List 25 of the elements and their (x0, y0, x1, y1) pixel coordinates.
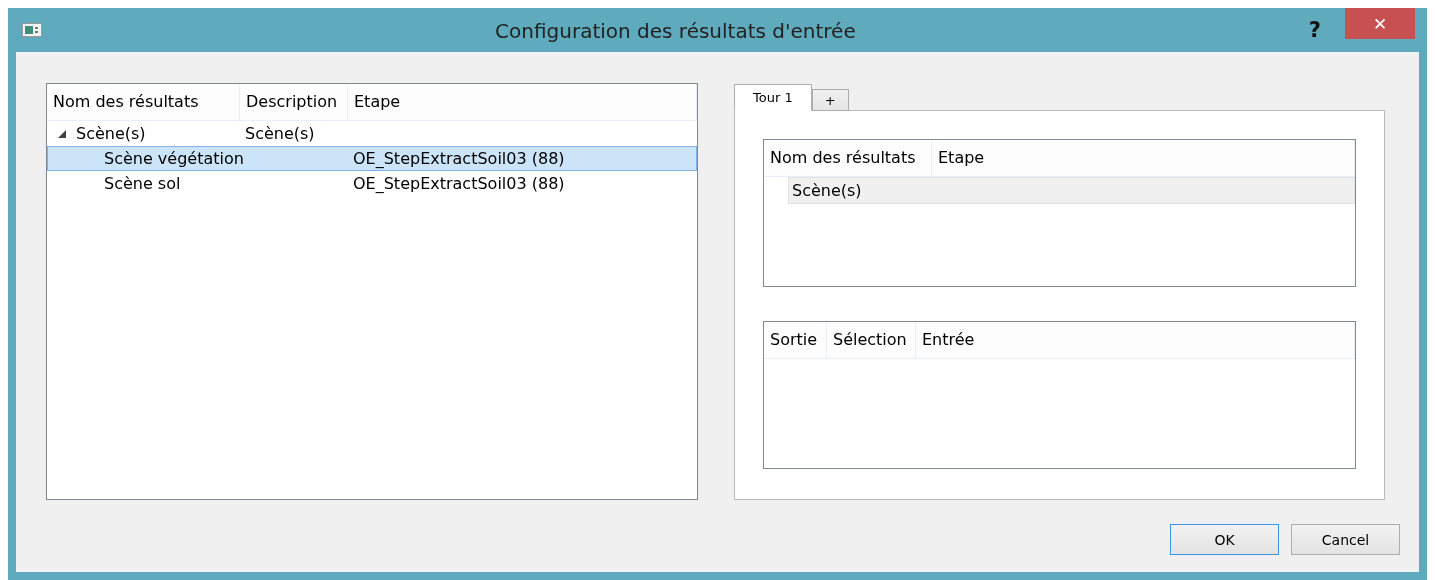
selected-row-highlight[interactable]: Scène végétation OE_StepExtractSoil03 (88) (47, 146, 697, 171)
tree-item[interactable]: Scène(s) (72, 124, 146, 143)
tab[interactable]: + (811, 89, 849, 111)
tree-item[interactable]: Scène végétation (100, 149, 244, 168)
cancel-button[interactable]: Cancel (1291, 524, 1400, 555)
close-button[interactable]: ✕ (1345, 8, 1415, 39)
column-header[interactable]: Etape (932, 140, 1355, 176)
tree-cell-text: Scène(s) (244, 124, 316, 143)
column-header[interactable]: Nom des résultats (47, 84, 240, 120)
column-header[interactable]: Entrée (916, 322, 1355, 358)
window-title: Configuration des résultats d'entrée (494, 18, 857, 43)
ok-button[interactable]: OK (1170, 524, 1279, 555)
help-button[interactable]: ? (1308, 18, 1321, 42)
column-header[interactable]: Description (240, 84, 348, 120)
tab[interactable]: Tour 1 (734, 84, 812, 111)
tree-item[interactable]: Scène sol (100, 174, 181, 193)
tree-cell-text: OE_StepExtractSoil03 (88) (352, 149, 566, 168)
window-icon (22, 23, 42, 37)
column-header[interactable]: Nom des résultats (764, 140, 932, 176)
tree-cell-text: OE_StepExtractSoil03 (88) (352, 174, 566, 193)
expand-arrow-icon[interactable] (58, 129, 66, 138)
column-header[interactable]: Sélection (827, 322, 916, 358)
table-row[interactable]: Scène(s) (788, 177, 1355, 204)
column-header[interactable]: Sortie (764, 322, 827, 358)
column-header[interactable]: Etape (348, 84, 697, 120)
